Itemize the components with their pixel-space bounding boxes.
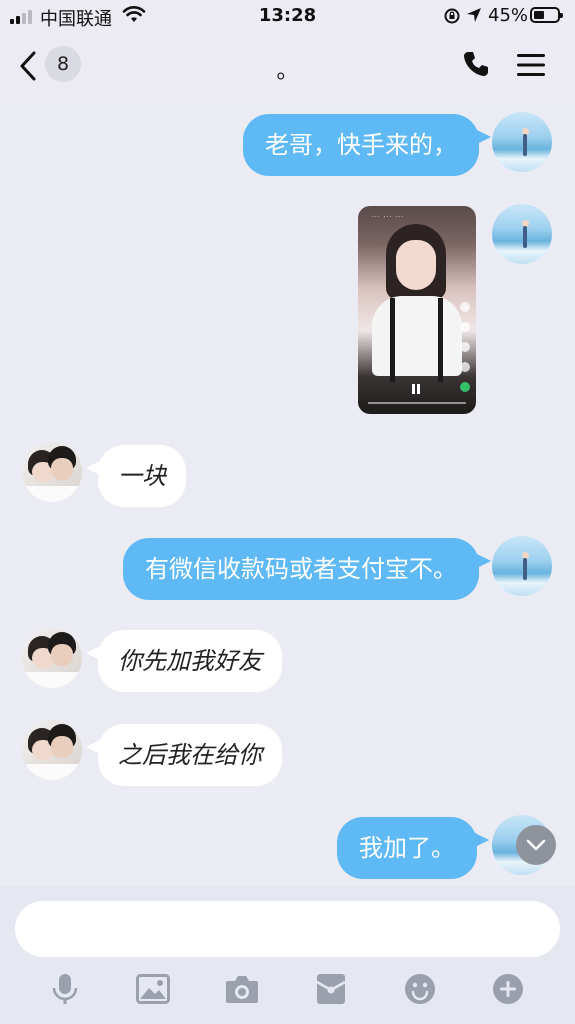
video-top-tabs: ··· ··· ··· [372,214,404,221]
rotation-lock-icon [443,7,461,29]
battery-percent: 45% [488,5,529,26]
gallery-button[interactable] [136,972,170,1006]
chevron-down-icon [526,839,546,851]
emoji-button[interactable] [403,972,437,1006]
phone-icon [464,52,488,76]
my-avatar[interactable] [492,112,552,172]
plus-icon [493,974,523,1004]
contact-avatar[interactable] [22,720,82,780]
message-bubble-outgoing[interactable]: 老哥，快手来的， [243,114,491,176]
message-input[interactable] [15,901,560,957]
status-bar: 中国联通 13:28 45% [0,0,575,34]
more-button[interactable] [491,972,525,1006]
hamburger-menu-icon [517,54,545,76]
location-arrow-icon [466,7,482,27]
video-side-icons [460,302,470,402]
menu-button[interactable] [516,52,546,82]
contact-avatar[interactable] [22,628,82,688]
my-avatar[interactable] [492,536,552,596]
input-area [0,886,575,1024]
message-bubble-incoming[interactable]: 你先加我好友 [86,630,282,692]
emoji-icon [405,974,435,1004]
video-progress-bar [368,402,466,404]
battery-icon [530,7,563,23]
my-avatar[interactable] [492,204,552,264]
red-packet-icon [316,974,346,1004]
pause-icon [412,384,420,394]
camera-button[interactable] [225,972,259,1006]
message-bubble-incoming[interactable]: 一块 [86,445,186,507]
scroll-to-bottom-button[interactable] [516,825,556,865]
call-button[interactable] [462,50,490,82]
image-icon [136,974,170,1004]
red-packet-button[interactable] [314,972,348,1006]
message-bubble-outgoing[interactable]: 有微信收款码或者支付宝不。 [123,538,491,600]
camera-icon [226,976,258,1003]
message-bubble-incoming[interactable]: 之后我在给你 [86,724,282,786]
microphone-icon [52,974,78,1004]
video-message-thumbnail[interactable]: ··· ··· ··· [358,206,476,414]
voice-button[interactable] [48,972,82,1006]
message-bubble-outgoing[interactable]: 我加了。 [337,817,489,879]
contact-avatar[interactable] [22,442,82,502]
